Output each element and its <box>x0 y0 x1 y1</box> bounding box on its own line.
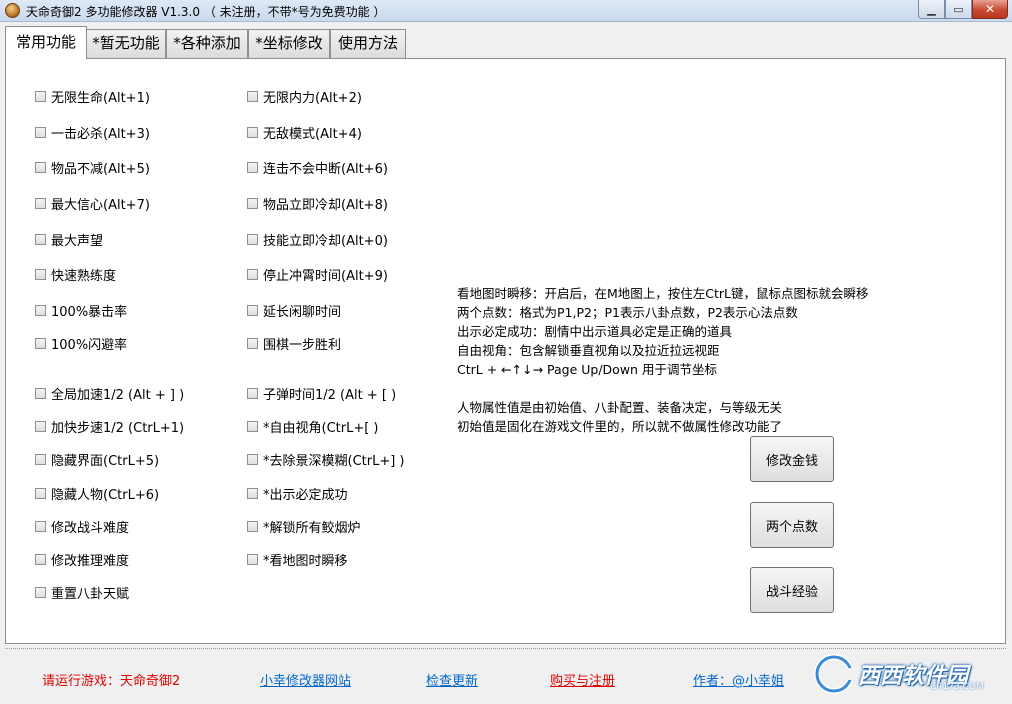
option-unlock-furnaces[interactable]: *解锁所有鲛烟炉 <box>247 517 361 536</box>
checkbox[interactable] <box>35 586 46 598</box>
checkbox[interactable] <box>35 197 46 209</box>
option-present-always-success[interactable]: *出示必定成功 <box>247 484 348 503</box>
checkbox[interactable] <box>35 553 46 565</box>
watermark-logo: 西西软件园 CR173.COM <box>812 652 994 696</box>
buy-register-link[interactable]: 购买与注册 <box>550 670 615 689</box>
info-line: CtrL + ←↑↓→ Page Up/Down 用于调节坐标 <box>457 362 717 377</box>
option-100-dodge[interactable]: 100%闪避率 <box>35 334 127 353</box>
info-line: 人物属性值是由初始值、八卦配置、装备决定，与等级无关 <box>457 400 783 415</box>
checkbox[interactable] <box>35 420 46 432</box>
tab-usage[interactable]: 使用方法 <box>330 29 406 58</box>
maximize-icon: ▭ <box>953 2 964 16</box>
game-status-text: 请运行游戏：天命奇御2 <box>42 674 181 689</box>
checkbox[interactable] <box>247 487 258 499</box>
checkbox[interactable] <box>35 453 46 465</box>
info-line: 出示必定成功：剧情中出示道具必定是正确的道具 <box>457 324 733 339</box>
checkbox[interactable] <box>247 233 258 245</box>
watermark-url: CR173.COM <box>930 682 984 692</box>
two-points-button[interactable]: 两个点数 <box>750 502 834 548</box>
author-link[interactable]: 作者：@小幸姐 <box>693 670 784 689</box>
maximize-button[interactable]: ▭ <box>945 0 972 19</box>
website-link[interactable]: 小幸修改器网站 <box>260 670 351 689</box>
checkbox[interactable] <box>247 520 258 532</box>
option-hide-character[interactable]: 隐藏人物(CtrL+6) <box>35 484 159 503</box>
window-title: 天命奇御2 多功能修改器 V1.3.0 （ 未注册，不带*号为免费功能 ） <box>26 5 386 19</box>
checkbox[interactable] <box>35 126 46 138</box>
checkbox[interactable] <box>247 161 258 173</box>
checkbox[interactable] <box>35 520 46 532</box>
minimize-button[interactable]: ▁ <box>918 0 945 19</box>
checkbox[interactable] <box>247 126 258 138</box>
option-reset-bagua[interactable]: 重置八卦天赋 <box>35 583 129 602</box>
option-god-mode[interactable]: 无敌模式(Alt+4) <box>247 123 362 142</box>
checkbox[interactable] <box>247 553 258 565</box>
option-items-no-decrease[interactable]: 物品不减(Alt+5) <box>35 158 150 177</box>
close-icon: ✕ <box>984 2 996 16</box>
checkbox[interactable] <box>35 233 46 245</box>
checkbox[interactable] <box>247 197 258 209</box>
footer-divider <box>5 648 1006 650</box>
option-max-reputation[interactable]: 最大声望 <box>35 230 103 249</box>
option-global-speed[interactable]: 全局加速1/2 (Alt + ] ) <box>35 384 184 403</box>
checkbox[interactable] <box>35 304 46 316</box>
checkbox[interactable] <box>35 337 46 349</box>
checkbox[interactable] <box>247 420 258 432</box>
app-icon <box>5 3 20 18</box>
checkbox[interactable] <box>247 387 258 399</box>
checkbox[interactable] <box>35 487 46 499</box>
option-100-crit[interactable]: 100%暴击率 <box>35 301 127 320</box>
option-fast-proficiency[interactable]: 快速熟练度 <box>35 265 116 284</box>
option-infinite-health[interactable]: 无限生命(Alt+1) <box>35 87 150 106</box>
checkbox[interactable] <box>35 90 46 102</box>
option-battle-difficulty[interactable]: 修改战斗难度 <box>35 517 129 536</box>
option-bullet-time[interactable]: 子弹时间1/2 (Alt + [ ) <box>247 384 396 403</box>
option-extend-chat-time[interactable]: 延长闲聊时间 <box>247 301 341 320</box>
info-line: 两个点数：格式为P1,P2；P1表示八卦点数，P2表示心法点数 <box>457 305 798 320</box>
tab-coordinate-edit[interactable]: *坐标修改 <box>248 29 330 58</box>
option-item-instant-cooldown[interactable]: 物品立即冷却(Alt+8) <box>247 194 388 213</box>
battle-exp-button[interactable]: 战斗经验 <box>750 567 834 613</box>
option-infinite-mana[interactable]: 无限内力(Alt+2) <box>247 87 362 106</box>
option-combo-no-break[interactable]: 连击不会中断(Alt+6) <box>247 158 388 177</box>
option-max-confidence[interactable]: 最大信心(Alt+7) <box>35 194 150 213</box>
main-panel: 无限生命(Alt+1) 一击必杀(Alt+3) 物品不减(Alt+5) 最大信心… <box>5 58 1006 644</box>
option-free-camera[interactable]: *自由视角(CtrL+[ ) <box>247 417 379 436</box>
option-skill-instant-cooldown[interactable]: 技能立即冷却(Alt+0) <box>247 230 388 249</box>
option-stop-time[interactable]: 停止冲霄时间(Alt+9) <box>247 265 388 284</box>
modify-money-button[interactable]: 修改金钱 <box>750 436 834 482</box>
checkbox[interactable] <box>35 161 46 173</box>
option-hide-ui[interactable]: 隐藏界面(CtrL+5) <box>35 450 159 469</box>
check-update-link[interactable]: 检查更新 <box>426 670 478 689</box>
checkbox[interactable] <box>35 387 46 399</box>
checkbox[interactable] <box>247 268 258 280</box>
tab-add-items[interactable]: *各种添加 <box>166 29 248 58</box>
option-remove-dof-blur[interactable]: *去除景深模糊(CtrL+] ) <box>247 450 405 469</box>
info-line: 初始值是固化在游戏文件里的，所以就不做属性修改功能了 <box>457 419 783 434</box>
checkbox[interactable] <box>247 453 258 465</box>
tab-common-functions[interactable]: 常用功能 <box>5 26 87 59</box>
logo-icon <box>812 654 858 694</box>
title-bar: 天命奇御2 多功能修改器 V1.3.0 （ 未注册，不带*号为免费功能 ） ▁ … <box>0 0 1012 22</box>
minimize-icon: ▁ <box>927 2 936 16</box>
option-walk-speed[interactable]: 加快步速1/2 (CtrL+1) <box>35 417 184 436</box>
info-line: 看地图时瞬移：开启后，在M地图上，按住左CtrL键，鼠标点图标就会瞬移 <box>457 286 869 301</box>
checkbox[interactable] <box>247 337 258 349</box>
checkbox[interactable] <box>247 90 258 102</box>
option-reasoning-difficulty[interactable]: 修改推理难度 <box>35 550 129 569</box>
option-go-instant-win[interactable]: 围棋一步胜利 <box>247 334 341 353</box>
tab-bar: 常用功能 *暂无功能 *各种添加 *坐标修改 使用方法 <box>5 26 1005 59</box>
checkbox[interactable] <box>35 268 46 280</box>
option-one-hit-kill[interactable]: 一击必杀(Alt+3) <box>35 123 150 142</box>
close-button[interactable]: ✕ <box>972 0 1008 19</box>
option-map-teleport[interactable]: *看地图时瞬移 <box>247 550 348 569</box>
info-line: 自由视角：包含解锁垂直视角以及拉近拉远视距 <box>457 343 720 358</box>
checkbox[interactable] <box>247 304 258 316</box>
tab-no-functions[interactable]: *暂无功能 <box>86 29 166 58</box>
